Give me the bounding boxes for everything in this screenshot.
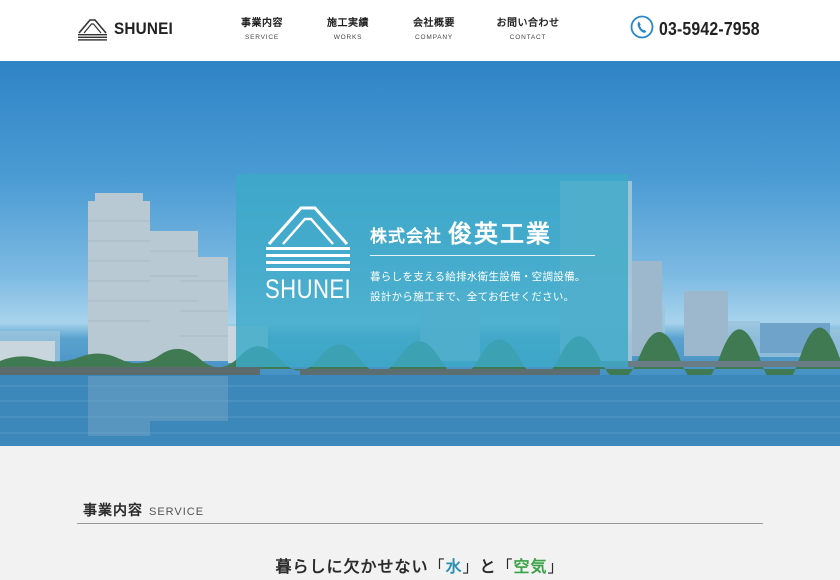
bracket-close: 」 bbox=[547, 557, 565, 576]
section-heading: 事業内容 SERVICE bbox=[83, 500, 204, 520]
brand-mark-icon bbox=[265, 204, 351, 276]
nav-sublabel: COMPANY bbox=[415, 34, 453, 41]
nav-sublabel: CONTACT bbox=[509, 34, 547, 41]
phone-link[interactable]: 03-5942-7958 bbox=[630, 15, 774, 43]
nav-item-contact[interactable]: お問い合わせ CONTACT bbox=[485, 17, 571, 44]
keyword-water: 水 bbox=[445, 557, 463, 576]
nav-item-company[interactable]: 会社概要 COMPANY bbox=[391, 17, 477, 44]
tagline-conjunction: と bbox=[479, 557, 497, 576]
hero-banner: SHUNEI 株式会社 俊英工業 暮らしを支える給排水衛生設備・空調設備。 設計か… bbox=[0, 61, 840, 446]
site-header: SHUNEI 事業内容 SERVICE 施工実績 WORKS 会社概要 COMP… bbox=[0, 0, 840, 61]
nav-sublabel: WORKS bbox=[333, 34, 363, 41]
bracket-open: 「 bbox=[496, 557, 514, 576]
hero-brand-name: SHUNEI bbox=[265, 274, 352, 304]
divider bbox=[370, 255, 595, 256]
nav-label: 会社概要 bbox=[413, 18, 455, 29]
site-logo[interactable]: SHUNEI bbox=[77, 17, 179, 41]
hero-description: 暮らしを支える給排水衛生設備・空調設備。 設計から施工まで、全てお任せください。 bbox=[370, 267, 586, 307]
section-subtitle: SERVICE bbox=[149, 506, 205, 518]
nav-label: 事業内容 bbox=[241, 18, 283, 29]
nav-label: お問い合わせ bbox=[496, 18, 560, 29]
bracket-open: 「 bbox=[428, 557, 446, 576]
hero-card: SHUNEI 株式会社 俊英工業 暮らしを支える給排水衛生設備・空調設備。 設計か… bbox=[236, 174, 628, 367]
phone-number: 03-5942-7958 bbox=[659, 18, 760, 39]
nav-item-service[interactable]: 事業内容 SERVICE bbox=[219, 17, 305, 44]
logo-text: SHUNEI bbox=[114, 19, 173, 38]
section-divider bbox=[77, 523, 763, 524]
bracket-close: 」 bbox=[462, 557, 480, 576]
service-tagline: 暮らしに欠かせない「水」と「空気」 bbox=[0, 553, 840, 577]
nav-item-works[interactable]: 施工実績 WORKS bbox=[305, 17, 391, 44]
company-type: 株式会社 bbox=[370, 227, 442, 247]
company-name: 株式会社 俊英工業 bbox=[370, 214, 552, 249]
keyword-air: 空気 bbox=[513, 557, 548, 576]
section-title: 事業内容 bbox=[83, 503, 143, 519]
nav-label: 施工実績 bbox=[327, 18, 369, 29]
hero-desc-line: 設計から施工まで、全てお任せください。 bbox=[370, 291, 575, 303]
service-section: 事業内容 SERVICE 暮らしに欠かせない「水」と「空気」 bbox=[0, 446, 840, 580]
company-title: 俊英工業 bbox=[448, 220, 552, 248]
logo-mark-icon bbox=[77, 17, 108, 41]
hero-desc-line: 暮らしを支える給排水衛生設備・空調設備。 bbox=[370, 271, 586, 283]
nav-sublabel: SERVICE bbox=[244, 34, 280, 41]
phone-icon bbox=[630, 15, 654, 43]
tagline-text: 暮らしに欠かせない bbox=[275, 557, 429, 576]
